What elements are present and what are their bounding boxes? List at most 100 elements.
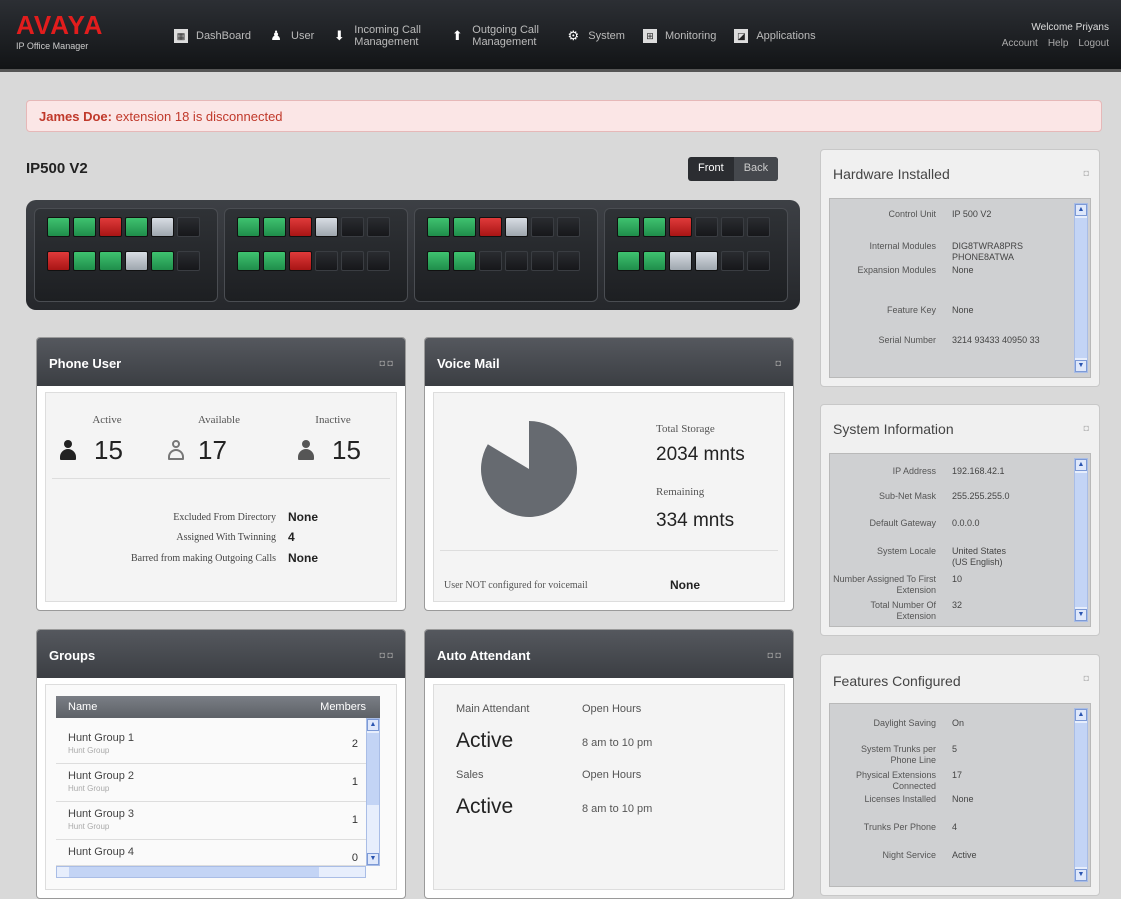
port-led[interactable] bbox=[125, 251, 148, 271]
kv-label: Night Service bbox=[882, 850, 936, 860]
port-led[interactable] bbox=[367, 217, 390, 237]
port-led[interactable] bbox=[73, 251, 96, 271]
port-led[interactable] bbox=[151, 217, 174, 237]
port-led[interactable] bbox=[47, 217, 70, 237]
port-led[interactable] bbox=[315, 217, 338, 237]
port-led[interactable] bbox=[505, 251, 528, 271]
panel-control-icon[interactable]: ◘ bbox=[776, 358, 781, 368]
port-led[interactable] bbox=[643, 217, 666, 237]
panel-control-icon[interactable]: ◘ bbox=[1084, 423, 1089, 433]
help-link[interactable]: Help bbox=[1048, 38, 1069, 49]
port-led[interactable] bbox=[289, 251, 312, 271]
port-led[interactable] bbox=[47, 251, 70, 271]
port-led[interactable] bbox=[237, 217, 260, 237]
nav-dashboard[interactable]: ▦ DashBoard bbox=[174, 29, 251, 43]
port-led[interactable] bbox=[315, 251, 338, 271]
logout-link[interactable]: Logout bbox=[1078, 38, 1109, 49]
scroll-thumb[interactable] bbox=[1075, 473, 1087, 607]
panel-control-icon[interactable]: ◘ bbox=[1084, 673, 1089, 683]
port-led[interactable] bbox=[747, 217, 770, 237]
back-view-button[interactable]: Back bbox=[733, 157, 779, 181]
panel-controls-icon[interactable]: ◘ ◘ bbox=[380, 358, 393, 368]
scroll-down-icon[interactable]: ▼ bbox=[367, 853, 379, 865]
col-name[interactable]: Name bbox=[68, 701, 97, 713]
port-led[interactable] bbox=[73, 217, 96, 237]
port-led[interactable] bbox=[721, 251, 744, 271]
col-members[interactable]: Members bbox=[320, 701, 366, 713]
port-led[interactable] bbox=[531, 217, 554, 237]
groups-horizontal-scrollbar[interactable] bbox=[56, 866, 366, 878]
port-led[interactable] bbox=[721, 217, 744, 237]
port-led[interactable] bbox=[367, 251, 390, 271]
port-led[interactable] bbox=[99, 217, 122, 237]
front-view-button[interactable]: Front bbox=[688, 157, 734, 181]
port-led[interactable] bbox=[557, 251, 580, 271]
hardware-scrollbar[interactable]: ▲ ▼ bbox=[1074, 203, 1088, 373]
port-led[interactable] bbox=[669, 251, 692, 271]
port-led[interactable] bbox=[505, 217, 528, 237]
port-led[interactable] bbox=[237, 251, 260, 271]
scroll-up-icon[interactable]: ▲ bbox=[1075, 709, 1087, 721]
scroll-thumb[interactable] bbox=[1075, 218, 1087, 358]
port-led[interactable] bbox=[747, 251, 770, 271]
port-led[interactable] bbox=[177, 251, 200, 271]
port-led[interactable] bbox=[341, 251, 364, 271]
dashboard-icon: ▦ bbox=[174, 29, 188, 43]
scroll-down-icon[interactable]: ▼ bbox=[1075, 360, 1087, 372]
scroll-thumb[interactable] bbox=[367, 733, 379, 805]
port-led[interactable] bbox=[557, 217, 580, 237]
nav-applications[interactable]: ◪ Applications bbox=[734, 29, 816, 43]
port-led[interactable] bbox=[453, 217, 476, 237]
port-led[interactable] bbox=[427, 251, 450, 271]
port-led[interactable] bbox=[695, 217, 718, 237]
kv-label: Sub-Net Mask bbox=[878, 491, 936, 501]
port-led[interactable] bbox=[643, 251, 666, 271]
nav-monitoring[interactable]: ⊞ Monitoring bbox=[642, 29, 716, 43]
port-led[interactable] bbox=[263, 217, 286, 237]
port-led[interactable] bbox=[289, 217, 312, 237]
features-scrollbar[interactable]: ▲ ▼ bbox=[1074, 708, 1088, 882]
port-led[interactable] bbox=[453, 251, 476, 271]
group-row[interactable]: Hunt Group 1 Hunt Group 2 bbox=[56, 726, 366, 764]
scroll-down-icon[interactable]: ▼ bbox=[1075, 869, 1087, 881]
panel-controls-icon[interactable]: ◘ ◘ bbox=[380, 650, 393, 660]
scroll-up-icon[interactable]: ▲ bbox=[367, 719, 379, 731]
kv-label: Daylight Saving bbox=[873, 718, 936, 728]
port-led[interactable] bbox=[125, 217, 148, 237]
port-led[interactable] bbox=[617, 217, 640, 237]
panel-control-icon[interactable]: ◘ bbox=[1084, 168, 1089, 178]
port-led[interactable] bbox=[479, 251, 502, 271]
attendant-hours: 8 am to 10 pm bbox=[582, 737, 653, 749]
nav-incoming-call[interactable]: ⬇ Incoming Call Management bbox=[332, 24, 432, 48]
port-led[interactable] bbox=[617, 251, 640, 271]
scroll-up-icon[interactable]: ▲ bbox=[1075, 204, 1087, 216]
port-led[interactable] bbox=[177, 217, 200, 237]
avaya-logo[interactable]: AVAYA IP Office Manager bbox=[16, 12, 103, 51]
nav-user[interactable]: ♟ User bbox=[269, 29, 314, 43]
groups-header: Groups ◘ ◘ bbox=[37, 630, 405, 678]
system-info-scrollbar[interactable]: ▲ ▼ bbox=[1074, 458, 1088, 622]
nav-outgoing-call[interactable]: ⬆ Outgoing Call Management bbox=[450, 24, 548, 48]
disconnect-alert: James Doe: extension 18 is disconnected bbox=[26, 100, 1102, 132]
port-led[interactable] bbox=[427, 217, 450, 237]
port-led[interactable] bbox=[695, 251, 718, 271]
panel-controls-icon[interactable]: ◘ ◘ bbox=[768, 650, 781, 660]
scroll-thumb[interactable] bbox=[1075, 723, 1087, 867]
scroll-up-icon[interactable]: ▲ bbox=[1075, 459, 1087, 471]
nav-system[interactable]: ⚙ System bbox=[566, 29, 625, 43]
port-led[interactable] bbox=[531, 251, 554, 271]
port-led[interactable] bbox=[479, 217, 502, 237]
scroll-thumb[interactable] bbox=[69, 867, 319, 877]
port-led[interactable] bbox=[341, 217, 364, 237]
groups-vertical-scrollbar[interactable]: ▲ ▼ bbox=[366, 718, 380, 866]
scroll-down-icon[interactable]: ▼ bbox=[1075, 609, 1087, 621]
account-link[interactable]: Account bbox=[1002, 38, 1038, 49]
group-row[interactable]: Hunt Group 3 Hunt Group 1 bbox=[56, 802, 366, 840]
group-row[interactable]: Hunt Group 2 Hunt Group 1 bbox=[56, 764, 366, 802]
port-led[interactable] bbox=[263, 251, 286, 271]
group-row[interactable]: Hunt Group 4 0 bbox=[56, 840, 366, 866]
port-led[interactable] bbox=[99, 251, 122, 271]
port-led[interactable] bbox=[669, 217, 692, 237]
port-led[interactable] bbox=[151, 251, 174, 271]
features-title: Features Configured bbox=[833, 673, 961, 689]
